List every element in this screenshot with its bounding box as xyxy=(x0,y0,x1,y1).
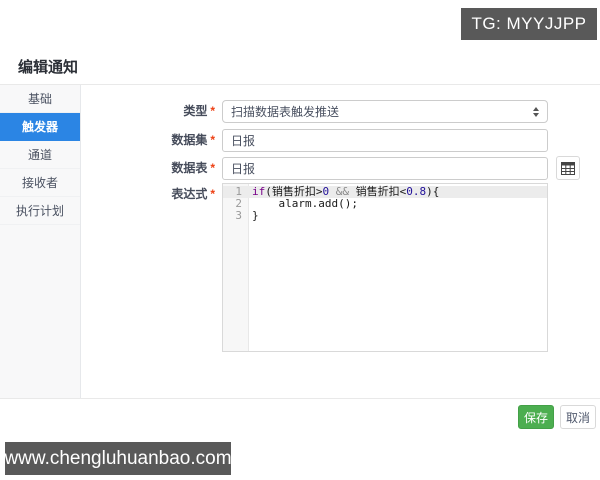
select-stepper-icon xyxy=(533,106,539,117)
type-select-value: 扫描数据表触发推送 xyxy=(231,105,340,119)
type-label-text: 类型 xyxy=(183,104,208,118)
choose-table-button[interactable] xyxy=(556,156,580,180)
type-label: 类型 * xyxy=(80,100,215,123)
code-text: } xyxy=(252,209,259,222)
code-lines: 1 if(销售折扣>0 && 销售折扣<0.8){2 alarm.add(); 3} xyxy=(223,184,547,222)
code-line: 3} xyxy=(223,210,547,222)
dataset-label-text: 数据集 xyxy=(171,133,208,147)
type-select[interactable]: 扫描数据表触发推送 xyxy=(222,100,548,123)
line-number: 3 xyxy=(235,209,242,222)
sidebar: 基础 触发器 通道 接收者 执行计划 xyxy=(0,85,80,398)
panel-top-divider xyxy=(0,84,600,85)
sidebar-item-receiver[interactable]: 接收者 xyxy=(0,169,80,197)
code-text: alarm.add(); xyxy=(252,197,358,210)
datatable-input[interactable] xyxy=(222,157,548,180)
sidebar-item-trigger[interactable]: 触发器 xyxy=(0,113,80,141)
dataset-label: 数据集 * xyxy=(80,129,215,152)
watermark-top-badge: TG: MYYJJPP xyxy=(461,8,597,40)
datatable-label-text: 数据表 xyxy=(171,161,208,175)
expression-label-text: 表达式 xyxy=(171,187,208,201)
code-line: 2 alarm.add(); xyxy=(223,198,547,210)
required-marker: * xyxy=(210,133,215,147)
sidebar-item-schedule[interactable]: 执行计划 xyxy=(0,197,80,225)
sidebar-item-basic[interactable]: 基础 xyxy=(0,85,80,113)
sidebar-item-channel[interactable]: 通道 xyxy=(0,141,80,169)
required-marker: * xyxy=(210,187,215,201)
required-marker: * xyxy=(210,161,215,175)
expression-code-editor[interactable]: 1 if(销售折扣>0 && 销售折扣<0.8){2 alarm.add(); 3} xyxy=(222,183,548,352)
watermark-top-text: TG: MYYJJPP xyxy=(471,14,587,33)
expression-label: 表达式 * xyxy=(80,183,215,206)
edit-notification-dialog: TG: MYYJJPP 编辑通知 基础 触发器 通道 接收者 执行计划 类型 * 扫描数据… xyxy=(0,0,600,480)
watermark-bottom-text: www.chengluhuanbao.com xyxy=(4,447,232,469)
required-marker: * xyxy=(210,104,215,118)
cancel-button[interactable]: 取消 xyxy=(560,405,596,429)
page-title: 编辑通知 xyxy=(18,59,79,76)
footer-divider xyxy=(0,398,600,399)
dataset-input[interactable] xyxy=(222,129,548,152)
watermark-bottom-badge: www.chengluhuanbao.com xyxy=(4,442,232,475)
save-button[interactable]: 保存 xyxy=(518,405,554,429)
table-grid-icon xyxy=(561,161,575,175)
datatable-label: 数据表 * xyxy=(80,157,215,180)
